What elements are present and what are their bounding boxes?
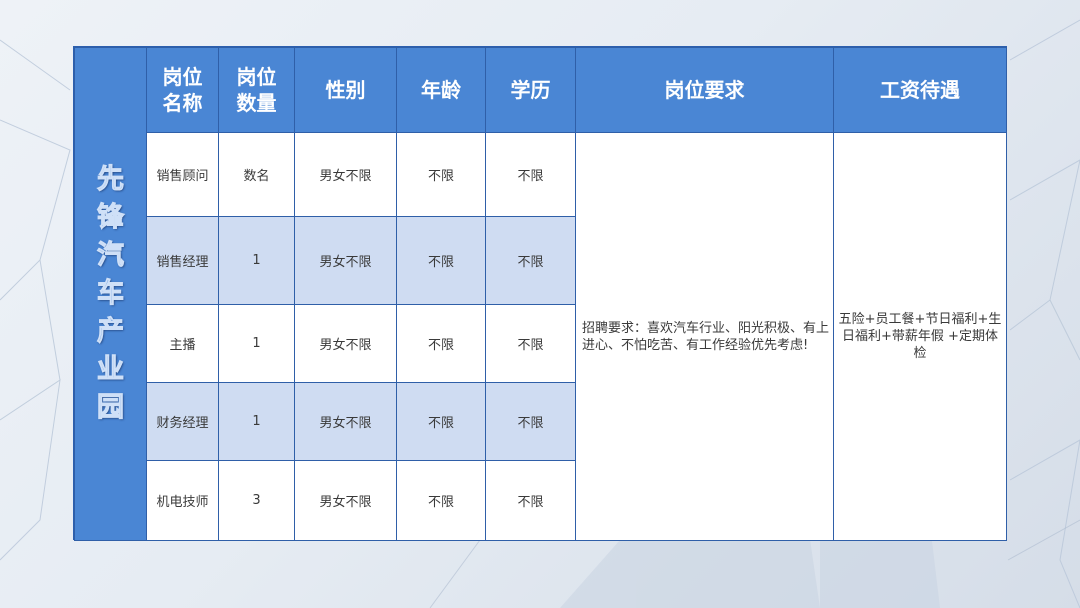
age-cell: 不限 (396, 304, 486, 383)
age-cell: 不限 (396, 132, 486, 217)
count-cell: 3 (218, 460, 295, 541)
count-cell: 1 (218, 382, 295, 461)
header-age: 年龄 (396, 47, 486, 133)
position-cell: 机电技师 (146, 460, 219, 541)
gender-cell: 男女不限 (294, 304, 397, 383)
header-salary: 工资待遇 (833, 47, 1007, 133)
count-cell: 数名 (218, 132, 295, 217)
count-cell: 1 (218, 304, 295, 383)
salary-cell: 五险+员工餐+节日福利+生日福利+带薪年假 +定期体检 (833, 132, 1007, 541)
education-cell: 不限 (485, 304, 576, 383)
header-row: 先锋汽车产业园 岗位名称 岗位数量 性别 年龄 学历 岗位要求 工资待遇 (74, 47, 1007, 541)
education-cell: 不限 (485, 216, 576, 305)
header-position-name: 岗位名称 (146, 47, 219, 133)
company-name: 先锋汽车产业园 (97, 164, 125, 424)
count-cell: 1 (218, 216, 295, 305)
header-requirements: 岗位要求 (575, 47, 834, 133)
age-cell: 不限 (396, 382, 486, 461)
gender-cell: 男女不限 (294, 460, 397, 541)
position-cell: 销售经理 (146, 216, 219, 305)
gender-cell: 男女不限 (294, 382, 397, 461)
gender-cell: 男女不限 (294, 132, 397, 217)
header-position-name-text: 岗位名称 (162, 65, 203, 115)
age-cell: 不限 (396, 216, 486, 305)
header-gender: 性别 (294, 47, 397, 133)
header-education: 学历 (485, 47, 576, 133)
recruitment-table: 先锋汽车产业园 岗位名称 岗位数量 性别 年龄 学历 岗位要求 工资待遇 销售顾… (74, 47, 1007, 541)
requirements-cell: 招聘要求：喜欢汽车行业、阳光积极、有上进心、不怕吃苦、有工作经验优先考虑! (575, 132, 834, 541)
position-cell: 财务经理 (146, 382, 219, 461)
header-headcount-text: 岗位数量 (236, 65, 277, 115)
table-row: 销售顾问 数名 男女不限 不限 不限 招聘要求：喜欢汽车行业、阳光积极、有上进心… (75, 132, 1007, 541)
education-cell: 不限 (485, 460, 576, 541)
gender-cell: 男女不限 (294, 216, 397, 305)
position-cell: 销售顾问 (146, 132, 219, 217)
position-cell: 主播 (146, 304, 219, 383)
header-headcount: 岗位数量 (218, 47, 295, 133)
company-name-cell: 先锋汽车产业园 (74, 47, 147, 541)
age-cell: 不限 (396, 460, 486, 541)
education-cell: 不限 (485, 132, 576, 217)
recruitment-table-frame: 先锋汽车产业园 岗位名称 岗位数量 性别 年龄 学历 岗位要求 工资待遇 销售顾… (73, 46, 1007, 541)
education-cell: 不限 (485, 382, 576, 461)
